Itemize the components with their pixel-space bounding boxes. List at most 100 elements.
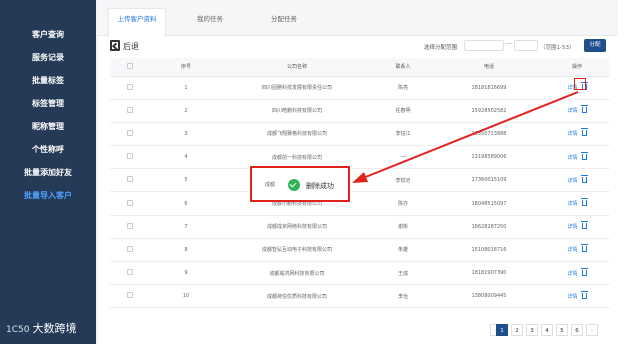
row-phone: 18628287250 [434,215,544,239]
sidebar-item-tag-management[interactable]: 标签管理 [0,95,96,113]
table-row: 8 成都智弘互动电子科技有限公司 朱雄 15108018716 详情 [110,238,610,263]
trash-icon[interactable] [580,105,588,114]
row-checkbox[interactable] [127,129,133,136]
row-seq: 9 [150,261,222,286]
pagination-page-5[interactable]: 5 [556,324,568,336]
range-end-input[interactable] [514,40,538,51]
row-company: 成都智弘互动电子科技有限公司 [222,238,372,263]
row-seq: 6 [150,191,222,216]
row-checkbox[interactable] [127,153,133,160]
row-contact: 陈亮 [372,76,434,100]
table-row: 7 成都成京网络科技有限公司 谢彬 18628287250 详情 [110,215,610,239]
table-row: 5 李轼沧 17360015109 详情 [110,168,610,193]
detail-link[interactable]: 详情 [567,224,577,230]
tab-upload-customer-data[interactable]: 上传客户资料 [108,8,166,37]
trash-icon[interactable] [580,221,588,230]
row-phone: 13808009445 [434,284,544,309]
sidebar-item-service-records[interactable]: 服务记录 [0,49,96,67]
row-contact: 李钰江 [372,122,434,147]
row-company: 成都成京网络科技有限公司 [222,215,372,239]
row-seq: 2 [150,99,222,123]
sidebar-item-batch-tags[interactable]: 批量标签 [0,72,96,90]
trash-icon[interactable] [580,267,588,276]
highlighted-delete-icon [574,78,586,90]
assign-button[interactable]: 分配 [584,39,606,52]
table-row: 2 四川皓鹏科技有限公司 任春明 15928502582 详情 [110,99,610,123]
detail-link[interactable]: 详情 [567,271,577,277]
row-checkbox[interactable] [127,106,133,113]
pagination-page-4[interactable]: 4 [541,324,553,336]
check-circle-icon [288,179,300,191]
row-checkbox[interactable] [127,292,133,299]
select-all-checkbox[interactable] [127,62,133,69]
main-panel: 上传客户资料 我的任务 分配任务 后退 选择分配范围 — （范围1-53） 分配… [98,0,640,344]
pagination-page-1[interactable]: 1 [496,324,508,336]
back-button[interactable]: 后退 [110,40,139,52]
detail-link[interactable]: 详情 [567,108,577,114]
row-phone: 18048515097 [434,191,544,216]
tab-assign-tasks[interactable]: 分配任务 [264,11,304,35]
row-company: 成都飞翔赛格科技有限公司 [222,122,372,147]
trash-icon[interactable] [580,128,588,137]
row-checkbox[interactable] [127,269,133,276]
sidebar-item-batch-add-friends[interactable]: 批量添加好友 [0,164,96,182]
detail-link[interactable]: 详情 [567,178,577,184]
select-all-header [110,58,150,77]
brand-logo: 1C50 大数跨境 [6,320,76,336]
row-company: 成都荷信优质科技有限公司 [222,284,372,309]
trash-icon[interactable] [580,174,588,183]
tab-bar: 上传客户资料 我的任务 分配任务 [98,0,618,37]
detail-link[interactable]: 详情 [567,247,577,253]
row-checkbox[interactable] [127,199,133,206]
row-contact: 李轼沧 [372,168,434,193]
trash-icon[interactable] [580,290,588,299]
trash-icon[interactable] [580,244,588,253]
range-dash: — [506,40,512,47]
pagination-page-6[interactable]: 6 [571,324,583,336]
detail-link[interactable]: 详情 [567,155,577,161]
detail-link[interactable]: 详情 [567,294,577,300]
table-header-row: 序号 公司名称 联系人 电话 操作 [110,58,610,77]
row-seq: 10 [150,284,222,309]
table-row: 4 成都前一科技有限公司 一 13198589006 详情 [110,145,610,170]
range-start-input[interactable] [464,40,504,51]
row-checkbox[interactable] [127,245,133,252]
detail-link[interactable]: 详情 [567,131,577,137]
row-seq: 1 [150,76,222,100]
table-row: 9 成都威鸿网科技有限公司 王成 18181907390 详情 [110,261,610,286]
row-contact: 任春明 [372,99,434,123]
row-seq: 3 [150,122,222,147]
sidebar-item-customer-query[interactable]: 客户查询 [0,26,96,44]
row-company: 四川固勝科技发展有限责任公司 [222,76,372,100]
row-phone: 18181907390 [434,261,544,286]
row-checkbox[interactable] [127,222,133,229]
row-phone: 13550713888 [434,122,544,147]
row-checkbox[interactable] [127,176,133,183]
row-seq: 7 [150,215,222,239]
tab-my-tasks[interactable]: 我的任务 [190,11,230,35]
row-phone: 18181816699 [434,76,544,100]
range-label: 选择分配范围 [424,45,458,51]
row-contact: 王成 [372,261,434,286]
header-actions: 操作 [544,58,610,77]
table-row: 3 成都飞翔赛格科技有限公司 李钰江 13550713888 详情 [110,122,610,147]
row-phone: 13198589006 [434,145,544,170]
row-checkbox[interactable] [127,83,133,90]
trash-icon[interactable] [580,198,588,207]
pagination-page-3[interactable]: 3 [526,324,538,336]
range-hint: （范围1-53） [540,45,575,51]
row-company: 四川皓鹏科技有限公司 [222,99,372,123]
trash-icon[interactable] [580,151,588,160]
row-seq: 8 [150,238,222,263]
row-phone: 15108018716 [434,238,544,263]
sidebar-item-batch-import-customers[interactable]: 批量导入客户 [0,187,96,205]
pagination-page-2[interactable]: 2 [511,324,523,336]
sidebar-item-nickname-management[interactable]: 昵称管理 [0,118,96,136]
pagination-next[interactable]: › [586,324,598,336]
toast-message: 删除成功 [306,182,334,190]
sidebar-item-personal-greeting[interactable]: 个性称呼 [0,141,96,159]
row-phone: 15928502582 [434,99,544,123]
table-row: 10 成都荷信优质科技有限公司 李治 13808009445 详情 [110,284,610,309]
detail-link[interactable]: 详情 [567,201,577,207]
row-company: 成都威鸿网科技有限公司 [222,261,372,286]
